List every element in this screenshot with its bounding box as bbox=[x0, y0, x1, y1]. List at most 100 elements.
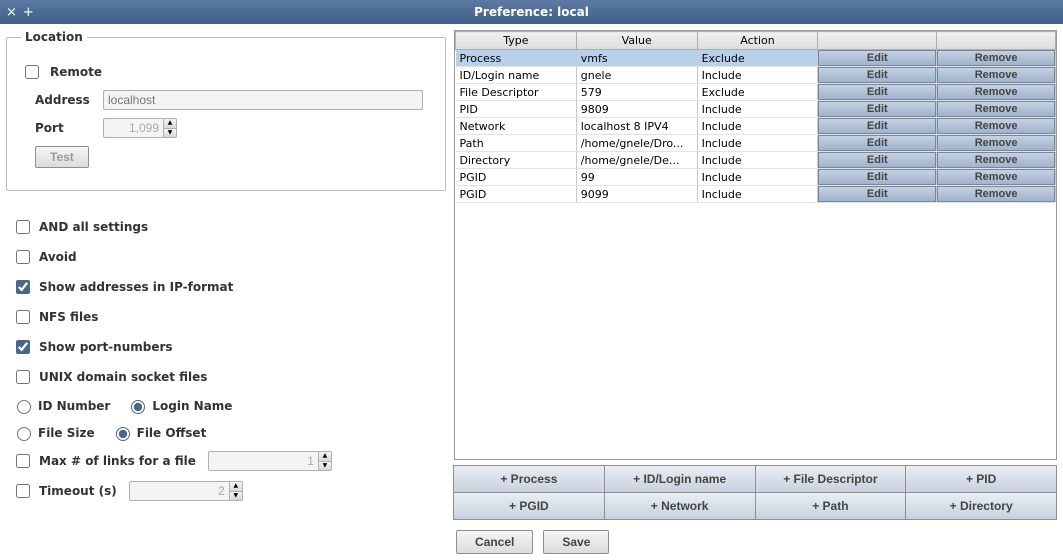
maximize-icon[interactable]: + bbox=[23, 5, 34, 20]
rules-table: Type Value Action ProcessvmfsExcludeEdit… bbox=[455, 31, 1056, 203]
timeout-input[interactable] bbox=[129, 481, 229, 501]
right-panel: Type Value Action ProcessvmfsExcludeEdit… bbox=[454, 30, 1057, 554]
id-number-label: ID Number bbox=[38, 399, 110, 413]
remove-button[interactable]: Remove bbox=[937, 50, 1055, 66]
add-directory-button[interactable]: + Directory bbox=[905, 492, 1057, 520]
remote-checkbox[interactable] bbox=[25, 65, 39, 79]
add-buttons: + Process+ ID/Login name+ File Descripto… bbox=[454, 466, 1057, 520]
cell-type: Process bbox=[456, 50, 577, 67]
test-button[interactable]: Test bbox=[35, 146, 89, 168]
address-input[interactable] bbox=[103, 90, 423, 110]
maxlinks-spin-up[interactable]: ▲ bbox=[318, 451, 332, 461]
file-offset-radio[interactable] bbox=[116, 427, 130, 441]
edit-button[interactable]: Edit bbox=[818, 101, 936, 117]
address-label: Address bbox=[35, 93, 95, 107]
table-row[interactable]: Networklocalhost 8 IPV4IncludeEditRemove bbox=[456, 118, 1056, 135]
port-label: Port bbox=[35, 121, 95, 135]
port-spin-up[interactable]: ▲ bbox=[163, 118, 177, 128]
left-panel: Location Remote Address Port ▲ ▼ bbox=[6, 30, 446, 554]
port-input[interactable] bbox=[103, 118, 163, 138]
edit-button[interactable]: Edit bbox=[818, 67, 936, 83]
unix-checkbox[interactable] bbox=[16, 370, 30, 384]
timeout-spin-down[interactable]: ▼ bbox=[229, 491, 243, 502]
timeout-row: Timeout (s) ▲▼ bbox=[12, 481, 440, 501]
file-offset-label: File Offset bbox=[137, 426, 207, 440]
cell-value: vmfs bbox=[576, 50, 697, 67]
edit-button[interactable]: Edit bbox=[818, 169, 936, 185]
table-row[interactable]: PGID99IncludeEditRemove bbox=[456, 169, 1056, 186]
edit-button[interactable]: Edit bbox=[818, 118, 936, 134]
edit-button[interactable]: Edit bbox=[818, 50, 936, 66]
col-action[interactable]: Action bbox=[697, 32, 818, 50]
cell-type: PGID bbox=[456, 186, 577, 203]
timeout-label: Timeout (s) bbox=[39, 484, 117, 498]
id-radio-row: ID Number Login Name bbox=[12, 397, 440, 414]
avoid-checkbox[interactable] bbox=[16, 250, 30, 264]
table-row[interactable]: Path/home/gnele/Dro...IncludeEditRemove bbox=[456, 135, 1056, 152]
maxlinks-row: Max # of links for a file ▲▼ bbox=[12, 451, 440, 471]
nfs-checkbox[interactable] bbox=[16, 310, 30, 324]
rules-table-wrap: Type Value Action ProcessvmfsExcludeEdit… bbox=[454, 30, 1057, 460]
avoid-label: Avoid bbox=[39, 250, 77, 264]
edit-button[interactable]: Edit bbox=[818, 84, 936, 100]
remove-button[interactable]: Remove bbox=[937, 101, 1055, 117]
cell-action: Exclude bbox=[697, 84, 818, 101]
col-type[interactable]: Type bbox=[456, 32, 577, 50]
edit-button[interactable]: Edit bbox=[818, 152, 936, 168]
timeout-spin-up[interactable]: ▲ bbox=[229, 481, 243, 491]
save-button[interactable]: Save bbox=[543, 530, 609, 554]
col-edit[interactable] bbox=[818, 32, 937, 50]
ipformat-checkbox[interactable] bbox=[16, 280, 30, 294]
cell-value: 579 bbox=[576, 84, 697, 101]
cell-action: Include bbox=[697, 135, 818, 152]
remove-button[interactable]: Remove bbox=[937, 84, 1055, 100]
cancel-button[interactable]: Cancel bbox=[456, 530, 533, 554]
remove-button[interactable]: Remove bbox=[937, 135, 1055, 151]
edit-button[interactable]: Edit bbox=[818, 135, 936, 151]
maxlinks-checkbox[interactable] bbox=[16, 454, 30, 468]
col-value[interactable]: Value bbox=[576, 32, 697, 50]
add-pid-button[interactable]: + PID bbox=[905, 465, 1057, 493]
and-all-checkbox[interactable] bbox=[16, 220, 30, 234]
login-name-radio[interactable] bbox=[131, 400, 145, 414]
file-size-radio[interactable] bbox=[17, 427, 31, 441]
ports-checkbox[interactable] bbox=[16, 340, 30, 354]
cell-type: PGID bbox=[456, 169, 577, 186]
add-id-login-name-button[interactable]: + ID/Login name bbox=[604, 465, 756, 493]
table-row[interactable]: PGID9099IncludeEditRemove bbox=[456, 186, 1056, 203]
add-network-button[interactable]: + Network bbox=[604, 492, 756, 520]
cell-type: File Descriptor bbox=[456, 84, 577, 101]
remove-button[interactable]: Remove bbox=[937, 118, 1055, 134]
table-row[interactable]: ProcessvmfsExcludeEditRemove bbox=[456, 50, 1056, 67]
close-icon[interactable]: × bbox=[6, 5, 17, 20]
add-pgid-button[interactable]: + PGID bbox=[453, 492, 605, 520]
table-row[interactable]: PID9809IncludeEditRemove bbox=[456, 101, 1056, 118]
port-spin-down[interactable]: ▼ bbox=[163, 128, 177, 139]
login-name-label: Login Name bbox=[152, 399, 232, 413]
add-process-button[interactable]: + Process bbox=[453, 465, 605, 493]
table-row[interactable]: Directory/home/gnele/De...IncludeEditRem… bbox=[456, 152, 1056, 169]
maxlinks-spinner: ▲▼ bbox=[208, 451, 332, 471]
remove-button[interactable]: Remove bbox=[937, 186, 1055, 202]
add-file-descriptor-button[interactable]: + File Descriptor bbox=[755, 465, 907, 493]
test-row: Test bbox=[21, 146, 431, 168]
unix-label: UNIX domain socket files bbox=[39, 370, 207, 384]
port-spinner: ▲ ▼ bbox=[103, 118, 177, 138]
remove-button[interactable]: Remove bbox=[937, 152, 1055, 168]
maxlinks-spin-down[interactable]: ▼ bbox=[318, 461, 332, 472]
timeout-checkbox[interactable] bbox=[16, 484, 30, 498]
edit-button[interactable]: Edit bbox=[818, 186, 936, 202]
col-remove[interactable] bbox=[937, 32, 1056, 50]
maxlinks-input[interactable] bbox=[208, 451, 318, 471]
remove-button[interactable]: Remove bbox=[937, 67, 1055, 83]
remove-button[interactable]: Remove bbox=[937, 169, 1055, 185]
cell-action: Include bbox=[697, 186, 818, 203]
and-all-label: AND all settings bbox=[39, 220, 148, 234]
file-size-label: File Size bbox=[38, 426, 95, 440]
id-number-radio[interactable] bbox=[17, 400, 31, 414]
table-row[interactable]: ID/Login namegneleIncludeEditRemove bbox=[456, 67, 1056, 84]
table-row[interactable]: File Descriptor579ExcludeEditRemove bbox=[456, 84, 1056, 101]
add-path-button[interactable]: + Path bbox=[755, 492, 907, 520]
cell-action: Include bbox=[697, 152, 818, 169]
window-title: Preference: local bbox=[46, 5, 1017, 19]
